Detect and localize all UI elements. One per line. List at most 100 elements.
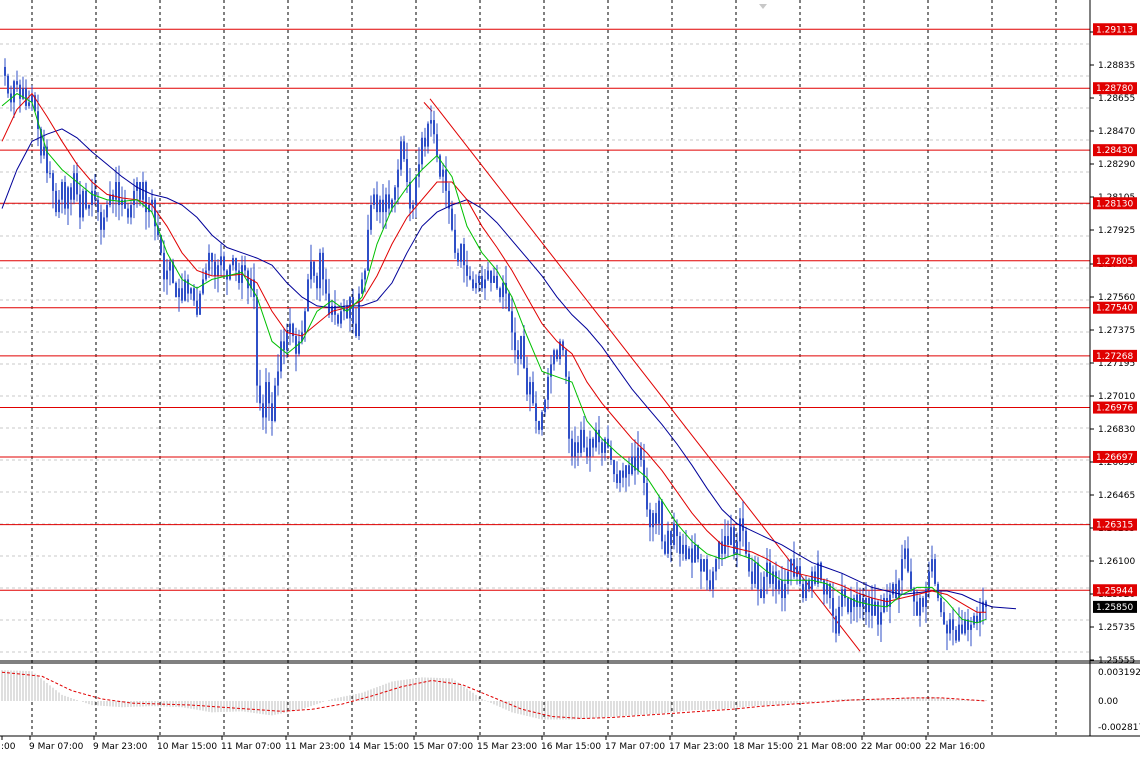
candle-body: [886, 598, 888, 607]
candle-body: [628, 465, 630, 475]
candle-body: [616, 474, 618, 483]
price-tick-label: 1.28835: [1098, 61, 1135, 71]
candle-body: [340, 311, 342, 324]
candle-body: [730, 527, 732, 545]
candle-body: [877, 601, 879, 625]
candle-body: [415, 176, 417, 206]
candle-body: [226, 270, 228, 280]
level-price-label: 1.26697: [1096, 453, 1133, 463]
candle-body: [355, 323, 357, 337]
candle-body: [271, 403, 273, 422]
time-tick-label: 18 Mar 15:00: [733, 742, 793, 752]
candle-body: [382, 199, 384, 213]
candle-body: [277, 371, 279, 386]
level-price-label: 1.26315: [1096, 521, 1133, 531]
candle-body: [394, 187, 396, 200]
candle-body: [556, 350, 558, 360]
time-tick-label: 10 Mar 15:00: [157, 742, 217, 752]
candle-body: [838, 606, 840, 634]
candle-body: [868, 598, 870, 613]
price-tick-label: 1.27925: [1098, 226, 1135, 236]
time-tick-label: 11 Mar 23:00: [285, 742, 345, 752]
candle-body: [664, 541, 666, 554]
candle-body: [841, 589, 843, 607]
candle-body: [757, 562, 759, 590]
candle-body: [667, 530, 669, 554]
candle-body: [799, 566, 801, 584]
level-price-label: 1.27268: [1096, 352, 1133, 362]
candle-body: [544, 399, 546, 413]
candle-body: [385, 194, 387, 213]
candle-body: [832, 598, 834, 616]
candle-body: [73, 173, 75, 200]
candle-body: [619, 470, 621, 483]
candle-body: [547, 376, 549, 400]
candle-body: [640, 447, 642, 460]
candle-body: [802, 583, 804, 599]
candle-body: [484, 279, 486, 289]
candle-body: [70, 187, 72, 200]
candle-body: [259, 385, 261, 404]
candle-body: [700, 559, 702, 572]
candle-body: [787, 571, 789, 584]
candle-body: [784, 583, 786, 599]
price-chart[interactable]: 1.290201.288351.286551.284701.282901.281…: [0, 0, 1140, 757]
candle-body: [418, 164, 420, 177]
candle-body: [265, 382, 267, 418]
candle-body: [661, 500, 663, 542]
price-tick-label: 1.28290: [1098, 160, 1135, 170]
candle-body: [337, 314, 339, 324]
candle-body: [919, 598, 921, 616]
candle-body: [817, 562, 819, 584]
candle-body: [682, 544, 684, 554]
candle-body: [910, 571, 912, 590]
candle-body: [463, 243, 465, 266]
candle-body: [958, 624, 960, 641]
level-price-label: 1.29113: [1096, 25, 1133, 35]
candle-body: [472, 279, 474, 289]
candle-body: [751, 571, 753, 584]
candle-body: [529, 382, 531, 395]
candle-body: [376, 194, 378, 213]
candle-body: [898, 580, 900, 599]
price-tick-label: 1.26100: [1098, 557, 1135, 567]
candle-body: [955, 629, 957, 641]
candle-body: [850, 598, 852, 613]
candle-body: [835, 615, 837, 634]
candle-body: [304, 311, 306, 333]
candle-body: [739, 518, 741, 542]
candle-body: [409, 182, 411, 209]
candle-body: [733, 527, 735, 554]
candle-body: [202, 279, 204, 294]
candle-body: [646, 482, 648, 510]
candle-body: [175, 282, 177, 298]
current-price-label: 1.25850: [1096, 603, 1133, 613]
candle-body: [709, 580, 711, 590]
candle-body: [313, 261, 315, 276]
candle-body: [127, 208, 129, 218]
candle-body: [232, 258, 234, 266]
candle-body: [52, 173, 54, 191]
candle-body: [613, 459, 615, 475]
candle-body: [223, 256, 225, 271]
time-tick-label: 9 Mar 07:00: [29, 742, 84, 752]
candle-body: [16, 81, 18, 85]
candle-body: [742, 518, 744, 531]
candle-body: [565, 350, 567, 377]
price-tick-label: 1.28470: [1098, 127, 1135, 137]
candle-body: [706, 559, 708, 581]
candle-body: [262, 403, 264, 418]
candle-body: [724, 536, 726, 554]
price-tick-label: 1.27010: [1098, 392, 1135, 402]
candle-body: [364, 270, 366, 280]
candle-body: [481, 275, 483, 289]
candle-body: [283, 341, 285, 351]
time-tick-label: 15 Mar 07:00: [413, 742, 473, 752]
time-tick-label: 21 Mar 08:00: [797, 742, 857, 752]
candle-body: [922, 598, 924, 607]
candle-body: [4, 66, 6, 76]
candle-body: [289, 323, 291, 333]
candle-body: [652, 513, 654, 528]
candle-body: [772, 571, 774, 584]
candle-body: [763, 576, 765, 599]
